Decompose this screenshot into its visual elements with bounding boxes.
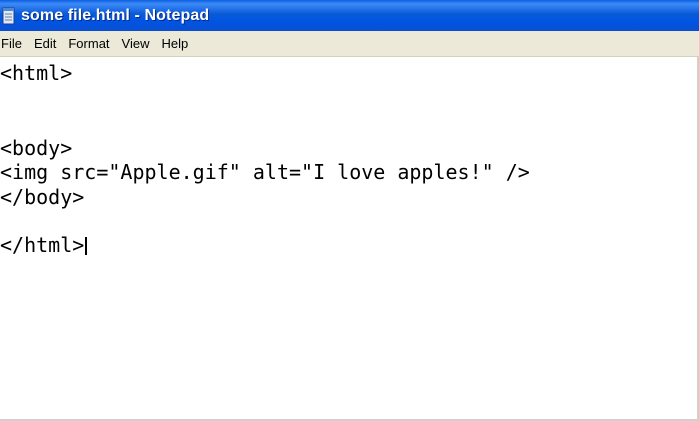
menu-view[interactable]: View: [116, 34, 156, 54]
text-line: </html>: [0, 233, 85, 257]
menu-help[interactable]: Help: [155, 34, 194, 54]
text-line: <img src="Apple.gif" alt="I love apples!…: [0, 160, 530, 184]
menu-file[interactable]: File: [0, 34, 28, 54]
menu-format[interactable]: Format: [62, 34, 115, 54]
menu-bar: File Edit Format View Help: [0, 31, 699, 57]
title-bar[interactable]: some file.html - Notepad: [0, 0, 699, 31]
notepad-icon[interactable]: [2, 6, 15, 25]
window-title: some file.html - Notepad: [21, 6, 210, 24]
text-caret: [85, 237, 88, 255]
text-line-with-caret: </html>: [0, 233, 88, 257]
text-line: <body>: [0, 136, 73, 160]
text-line: </body>: [0, 185, 85, 209]
notepad-window: some file.html - Notepad File Edit Forma…: [0, 0, 699, 421]
menu-edit[interactable]: Edit: [28, 34, 62, 54]
text-line: <html>: [0, 61, 73, 85]
text-editor-area[interactable]: <html> <body> <img src="Apple.gif" alt="…: [0, 57, 699, 421]
